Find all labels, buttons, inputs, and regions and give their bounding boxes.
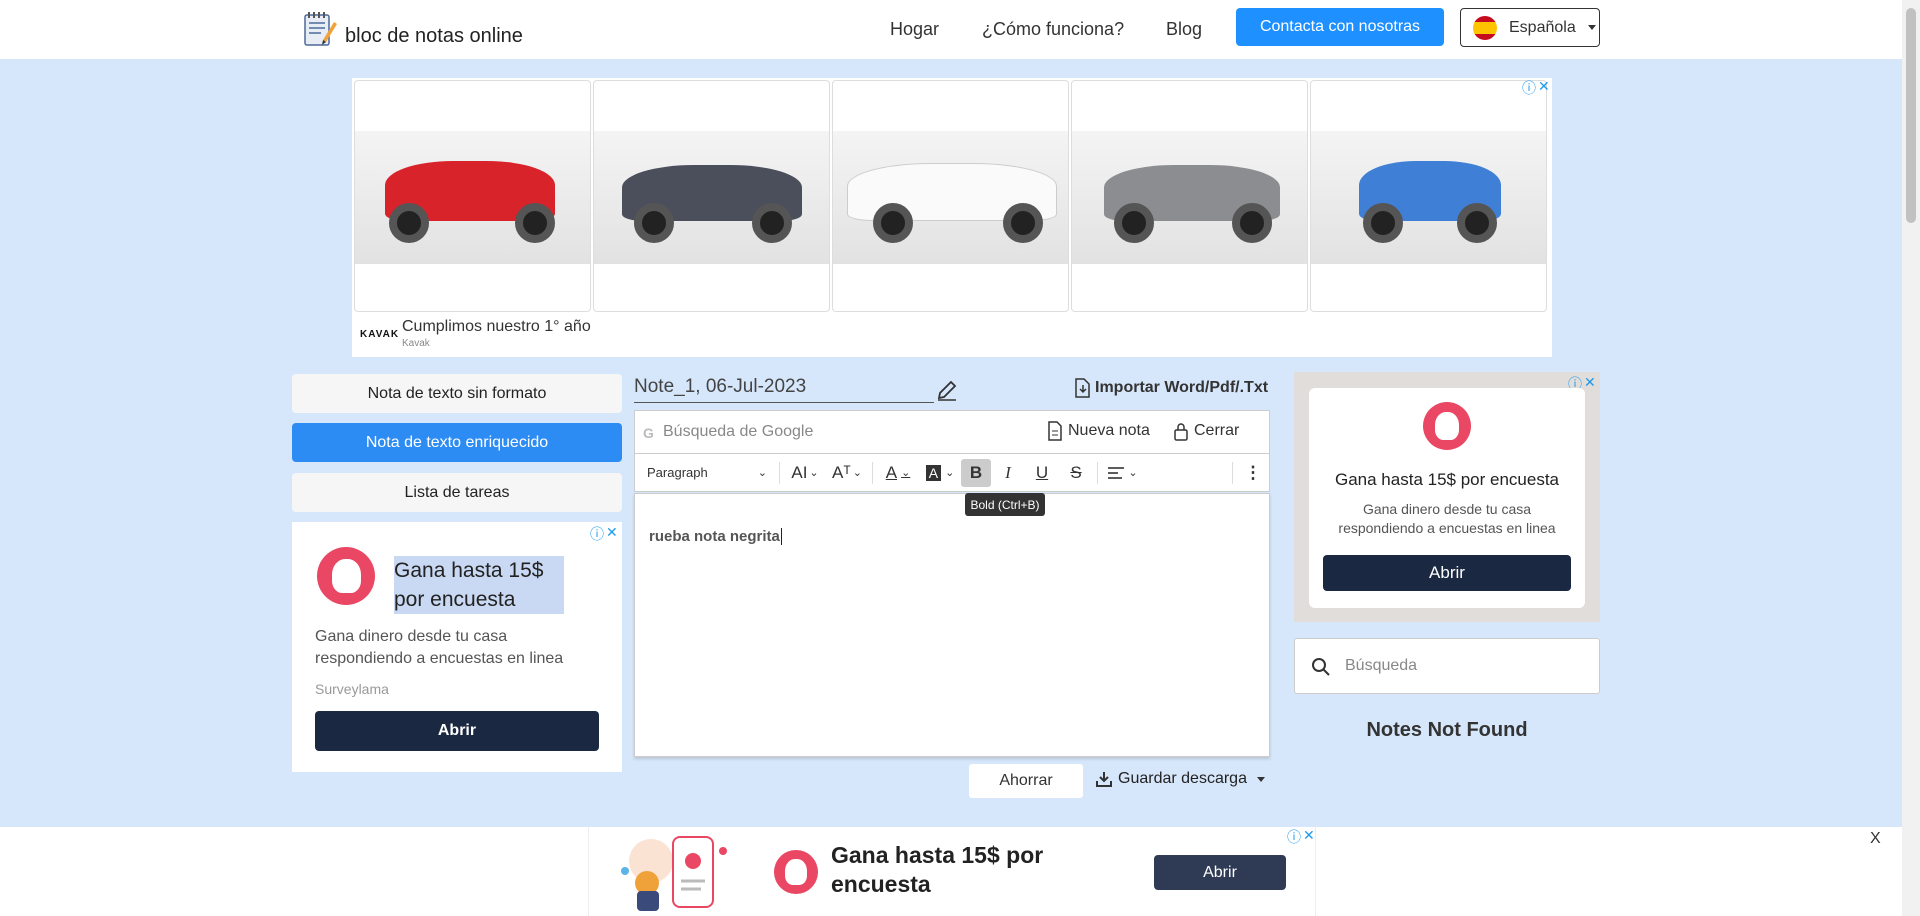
phone-illustration-icon [611,831,736,914]
nav-how-it-works-link[interactable]: ¿Cómo funciona? [982,19,1124,40]
scrollbar-thumb[interactable] [1906,8,1916,223]
left-ad-sponsor: Surveylama [315,681,389,697]
google-icon: G [643,425,654,441]
right-survey-ad[interactable]: ⓘ ✕ Gana hasta 15$ por encuesta Gana din… [1294,372,1600,622]
ad-close-icon[interactable]: ✕ [606,524,618,541]
nav-blog-link[interactable]: Blog [1166,19,1202,40]
car-card-white-pickup[interactable] [832,80,1069,312]
caret-down-icon [1256,776,1265,782]
ad-close-icon[interactable]: ✕ [1538,78,1550,95]
bottom-ad-headline[interactable]: Gana hasta 15$ por encuesta [831,841,1081,899]
rich-text-note-tab[interactable]: Nota de texto enriquecido [292,423,622,462]
editor-search-bar: G Búsqueda de Google Nueva nota Cerrar [634,410,1270,454]
plain-text-note-tab[interactable]: Nota de texto sin formato [292,374,622,413]
edit-pencil-icon[interactable] [936,379,958,406]
lock-icon [1174,423,1188,441]
highlight-color-icon[interactable]: A ⌄ [919,459,961,487]
ad-info-icon[interactable]: ⓘ [1522,78,1536,98]
align-left-icon[interactable]: ⌄ [1102,459,1144,487]
bold-icon[interactable]: B [961,458,991,487]
right-ad-body: Gana dinero desde tu casa respondiendo a… [1338,501,1556,536]
notes-not-found-message: Notes Not Found [1366,719,1528,741]
language-label: Española [1509,18,1576,36]
import-label: Importar Word/Pdf/.Txt [1095,379,1269,396]
right-ad-open-button[interactable]: Abrir [1323,555,1571,591]
notes-search-placeholder: Búsqueda [1345,657,1418,674]
import-file-icon [1075,378,1090,398]
download-label: Guardar descarga [1118,770,1247,787]
task-list-tab[interactable]: Lista de tareas [292,473,622,512]
underline-icon[interactable]: U [1025,459,1059,487]
right-ad-headline[interactable]: Gana hasta 15$ por encuesta [1309,470,1585,490]
strikethrough-icon[interactable]: S [1059,459,1093,487]
ad-title[interactable]: Cumplimos nuestro 1° año [402,318,591,336]
bottom-ad-open-button[interactable]: Abrir [1154,855,1286,890]
right-ad-card: Gana hasta 15$ por encuesta Gana dinero … [1309,388,1585,608]
top-car-ad[interactable]: ⓘ ✕ KAVAK Cumplimos nuestro 1° año Kavak [352,78,1552,357]
ad-sponsor: Kavak [402,338,430,349]
editor-toolbar: Paragraph ⌄ AI ⌄ Aᵀ ⌄ A ⌄ A ⌄ B I U S ⌄ ⋮ [634,454,1270,492]
car-card-blue-hatchback[interactable] [1310,80,1547,312]
car-card-red-jeep[interactable] [354,80,591,312]
import-file-button[interactable]: Importar Word/Pdf/.Txt [1073,378,1268,398]
nav-home-link[interactable]: Hogar [890,19,939,40]
language-dropdown[interactable]: Española [1460,8,1600,47]
search-icon [1312,658,1330,676]
paragraph-format-select[interactable]: Paragraph ⌄ [635,459,775,487]
site-logo-text[interactable]: bloc de notas online [345,25,523,48]
font-size-icon[interactable]: AI ⌄ [784,459,826,487]
google-search-input[interactable]: Búsqueda de Google [663,423,813,441]
close-note-label: Cerrar [1194,422,1240,439]
notepad-logo-icon[interactable] [303,10,337,48]
ad-close-icon[interactable]: ✕ [1584,374,1596,391]
bottom-band-close-button[interactable]: X [1870,830,1881,848]
editor-content[interactable]: rueba nota negrita [649,528,782,545]
download-icon [1096,772,1112,787]
kavak-logo: KAVAK [360,329,400,340]
car-card-silver-suv[interactable] [1071,80,1308,312]
new-note-label: Nueva nota [1068,422,1150,439]
chevron-down-icon: ⌄ [757,467,767,479]
new-note-button[interactable]: Nueva nota [1047,421,1150,441]
new-note-icon [1048,421,1062,441]
more-options-icon[interactable]: ⋮ [1237,459,1269,487]
llama-logo-icon [774,850,818,894]
rich-text-editor[interactable]: rueba nota negrita [634,493,1270,757]
italic-icon[interactable]: I [991,459,1025,487]
note-title-field[interactable]: Note_1, 06-Jul-2023 [634,376,934,403]
llama-logo-icon [1423,402,1471,450]
save-button[interactable]: Ahorrar [969,764,1083,798]
contact-button[interactable]: Contacta con nosotras [1236,8,1444,46]
caret-down-icon [1587,25,1596,30]
left-ad-body: Gana dinero desde tu casa respondiendo a… [315,628,564,667]
ad-info-icon[interactable]: ⓘ [1287,827,1301,847]
notes-search-input[interactable]: Búsqueda [1294,638,1600,694]
spain-flag-icon [1473,15,1497,40]
ad-info-icon[interactable]: ⓘ [590,524,604,544]
bold-tooltip: Bold (Ctrl+B) [965,493,1045,516]
left-ad-headline[interactable]: Gana hasta 15$ por encuesta [394,556,564,614]
font-family-icon[interactable]: Aᵀ ⌄ [826,459,868,487]
save-download-dropdown[interactable]: Guardar descarga [1096,770,1265,788]
bottom-survey-ad[interactable]: ⓘ ✕ Gana hasta 15$ por encuesta Abrir [588,827,1316,916]
left-ad-open-button[interactable]: Abrir [315,711,599,751]
paragraph-format-label: Paragraph [647,465,708,480]
text-color-icon[interactable]: A ⌄ [877,459,919,487]
llama-logo-icon [317,547,375,605]
left-survey-ad[interactable]: ⓘ ✕ Gana hasta 15$ por encuesta Gana din… [292,522,622,772]
site-header [0,0,1902,59]
car-card-grey-suv[interactable] [593,80,830,312]
close-note-button[interactable]: Cerrar [1173,421,1239,441]
ad-close-icon[interactable]: ✕ [1303,827,1315,844]
